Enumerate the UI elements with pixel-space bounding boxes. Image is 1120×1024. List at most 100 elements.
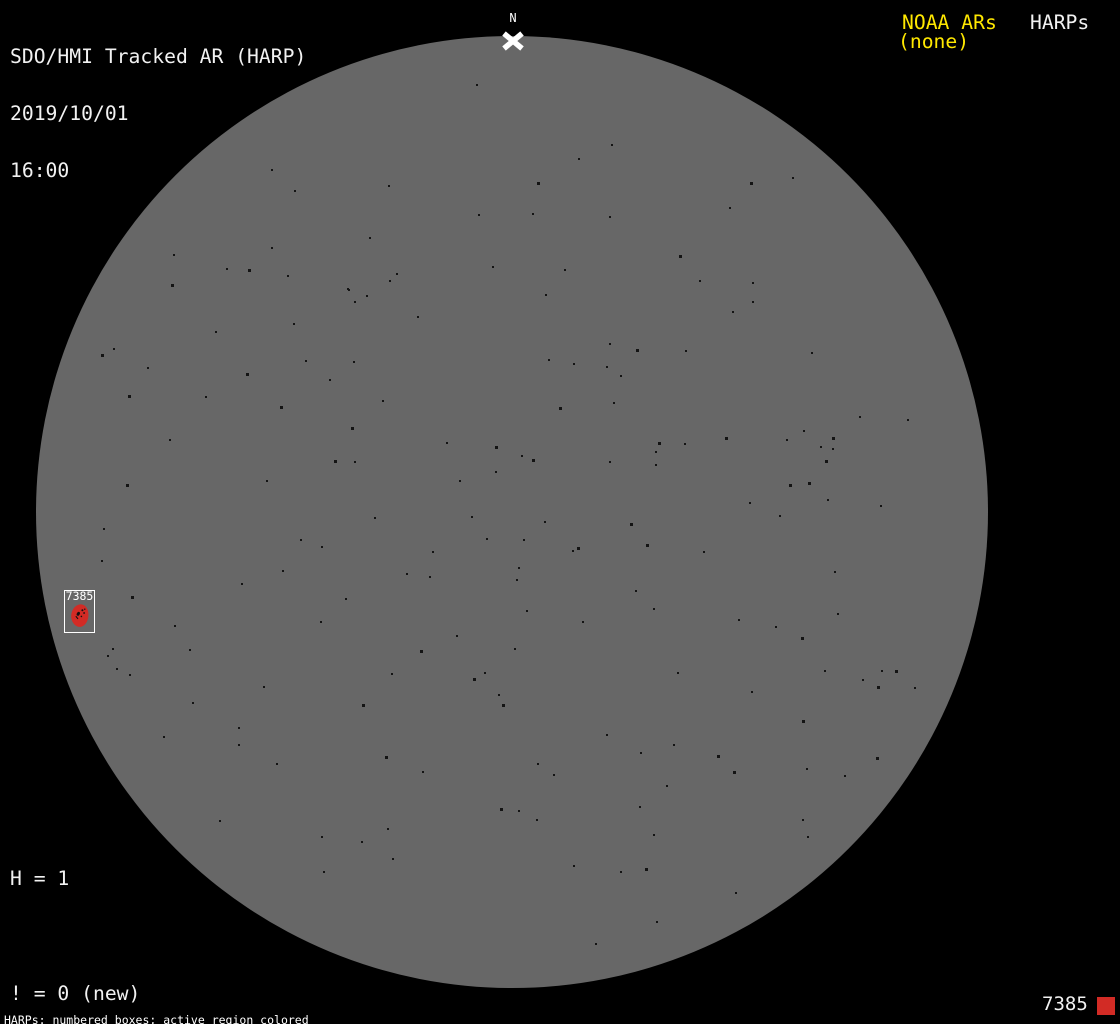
magnetogram-speckle [789, 484, 792, 487]
magnetogram-speckle [459, 480, 461, 482]
magnetogram-speckle [354, 461, 356, 463]
magnetogram-speckle [456, 635, 458, 637]
magnetogram-speckle [422, 771, 424, 773]
magnetogram-speckle [645, 868, 648, 871]
magnetogram-speckle [881, 670, 883, 672]
magnetogram-speckle [417, 316, 419, 318]
magnetogram-speckle [635, 590, 637, 592]
magnetogram-speckle [658, 442, 661, 445]
magnetogram-speckle [750, 182, 753, 185]
magnetogram-speckle [572, 550, 574, 552]
magnetogram-speckle [553, 774, 555, 776]
magnetogram-speckle [832, 448, 834, 450]
magnetogram-speckle [163, 736, 165, 738]
magnetogram-speckle [752, 301, 754, 303]
magnetogram-speckle [215, 331, 217, 333]
magnetogram-speckle [532, 213, 534, 215]
magnetogram-speckle [577, 547, 580, 550]
magnetogram-speckle [725, 437, 728, 440]
magnetogram-speckle [595, 943, 597, 945]
harps-label: HARPs [1030, 13, 1089, 32]
magnetogram-speckle [735, 892, 737, 894]
magnetogram-speckle [484, 672, 486, 674]
harp-list-id: 7385 [1042, 993, 1088, 1015]
magnetogram-speckle [786, 439, 788, 441]
magnetogram-speckle [348, 289, 350, 291]
magnetogram-speckle [495, 446, 498, 449]
magnetogram-speckle [432, 551, 434, 553]
magnetogram-speckle [537, 182, 540, 185]
magnetogram-speckle [827, 499, 829, 501]
header-date: 2019/10/01 [10, 104, 306, 123]
magnetogram-speckle [385, 756, 388, 759]
magnetogram-speckle [502, 704, 505, 707]
magnetogram-speckle [282, 570, 284, 572]
magnetogram-speckle [238, 727, 240, 729]
magnetogram-speckle [656, 921, 658, 923]
magnetogram-speckle [801, 637, 804, 640]
magnetogram-speckle [907, 419, 909, 421]
magnetogram-speckle [640, 752, 642, 754]
magnetogram-speckle [246, 373, 249, 376]
magnetogram-speckle [112, 648, 114, 650]
magnetogram-speckle [582, 621, 584, 623]
magnetogram-speckle [516, 579, 518, 581]
magnetogram-speckle [824, 670, 826, 672]
magnetogram-speckle [653, 608, 655, 610]
magnetogram-speckle [486, 538, 488, 540]
magnetogram-speckle [880, 505, 882, 507]
harp-region-box: 7385 [64, 590, 95, 633]
magnetogram-speckle [518, 810, 520, 812]
north-label: N [500, 12, 526, 24]
magnetogram-speckle [219, 820, 221, 822]
magnetogram-speckle [374, 517, 376, 519]
magnetogram-speckle [280, 406, 283, 409]
magnetogram-speckle [305, 360, 307, 362]
magnetogram-speckle [673, 744, 675, 746]
magnetogram-speckle [205, 396, 207, 398]
magnetogram-speckle [420, 650, 423, 653]
magnetogram-speckle [609, 461, 611, 463]
magnetogram-speckle [514, 648, 516, 650]
magnetogram-speckle [334, 460, 337, 463]
magnetogram-speckle [241, 583, 243, 585]
magnetogram-speckle [679, 255, 682, 258]
magnetogram-speckle [131, 596, 134, 599]
magnetogram-speckle [345, 598, 347, 600]
magnetogram-speckle [498, 694, 500, 696]
magnetogram-speckle [630, 523, 633, 526]
magnetogram-speckle [609, 343, 611, 345]
magnetogram-speckle [613, 402, 615, 404]
magnetogram-speckle [476, 84, 478, 86]
magnetogram-speckle [300, 539, 302, 541]
magnetogram-speckle [101, 354, 104, 357]
magnetogram-speckle [266, 480, 268, 482]
magnetogram-speckle [536, 819, 538, 821]
magnetogram-speckle [518, 567, 520, 569]
magnetogram-speckle [116, 668, 118, 670]
magnetogram-speckle [792, 177, 794, 179]
magnetogram-speckle [655, 451, 657, 453]
magnetogram-speckle [321, 836, 323, 838]
magnetogram-speckle [238, 744, 240, 746]
magnetogram-speckle [564, 269, 566, 271]
magnetogram-speckle [653, 834, 655, 836]
magnetogram-speckle [126, 484, 129, 487]
magnetogram-speckle [703, 551, 705, 553]
magnetogram-speckle [862, 679, 864, 681]
magnetogram-speckle [717, 755, 720, 758]
magnetogram-speckle [495, 471, 497, 473]
magnetogram-speckle [388, 185, 390, 187]
magnetogram-speckle [113, 348, 115, 350]
caption-harps: HARPs: numbered boxes; active region col… [4, 1014, 406, 1024]
legend-header: NOAA ARs HARPs (none) [0, 13, 1120, 53]
magnetogram-speckle [492, 266, 494, 268]
magnetogram-speckle [578, 158, 580, 160]
north-cross-icon [502, 31, 524, 51]
magnetogram-speckle [354, 301, 356, 303]
magnetogram-speckle [321, 546, 323, 548]
magnetogram-speckle [895, 670, 898, 673]
magnetogram-speckle [548, 359, 550, 361]
magnetogram-speckle [752, 282, 754, 284]
magnetogram-speckle [406, 573, 408, 575]
